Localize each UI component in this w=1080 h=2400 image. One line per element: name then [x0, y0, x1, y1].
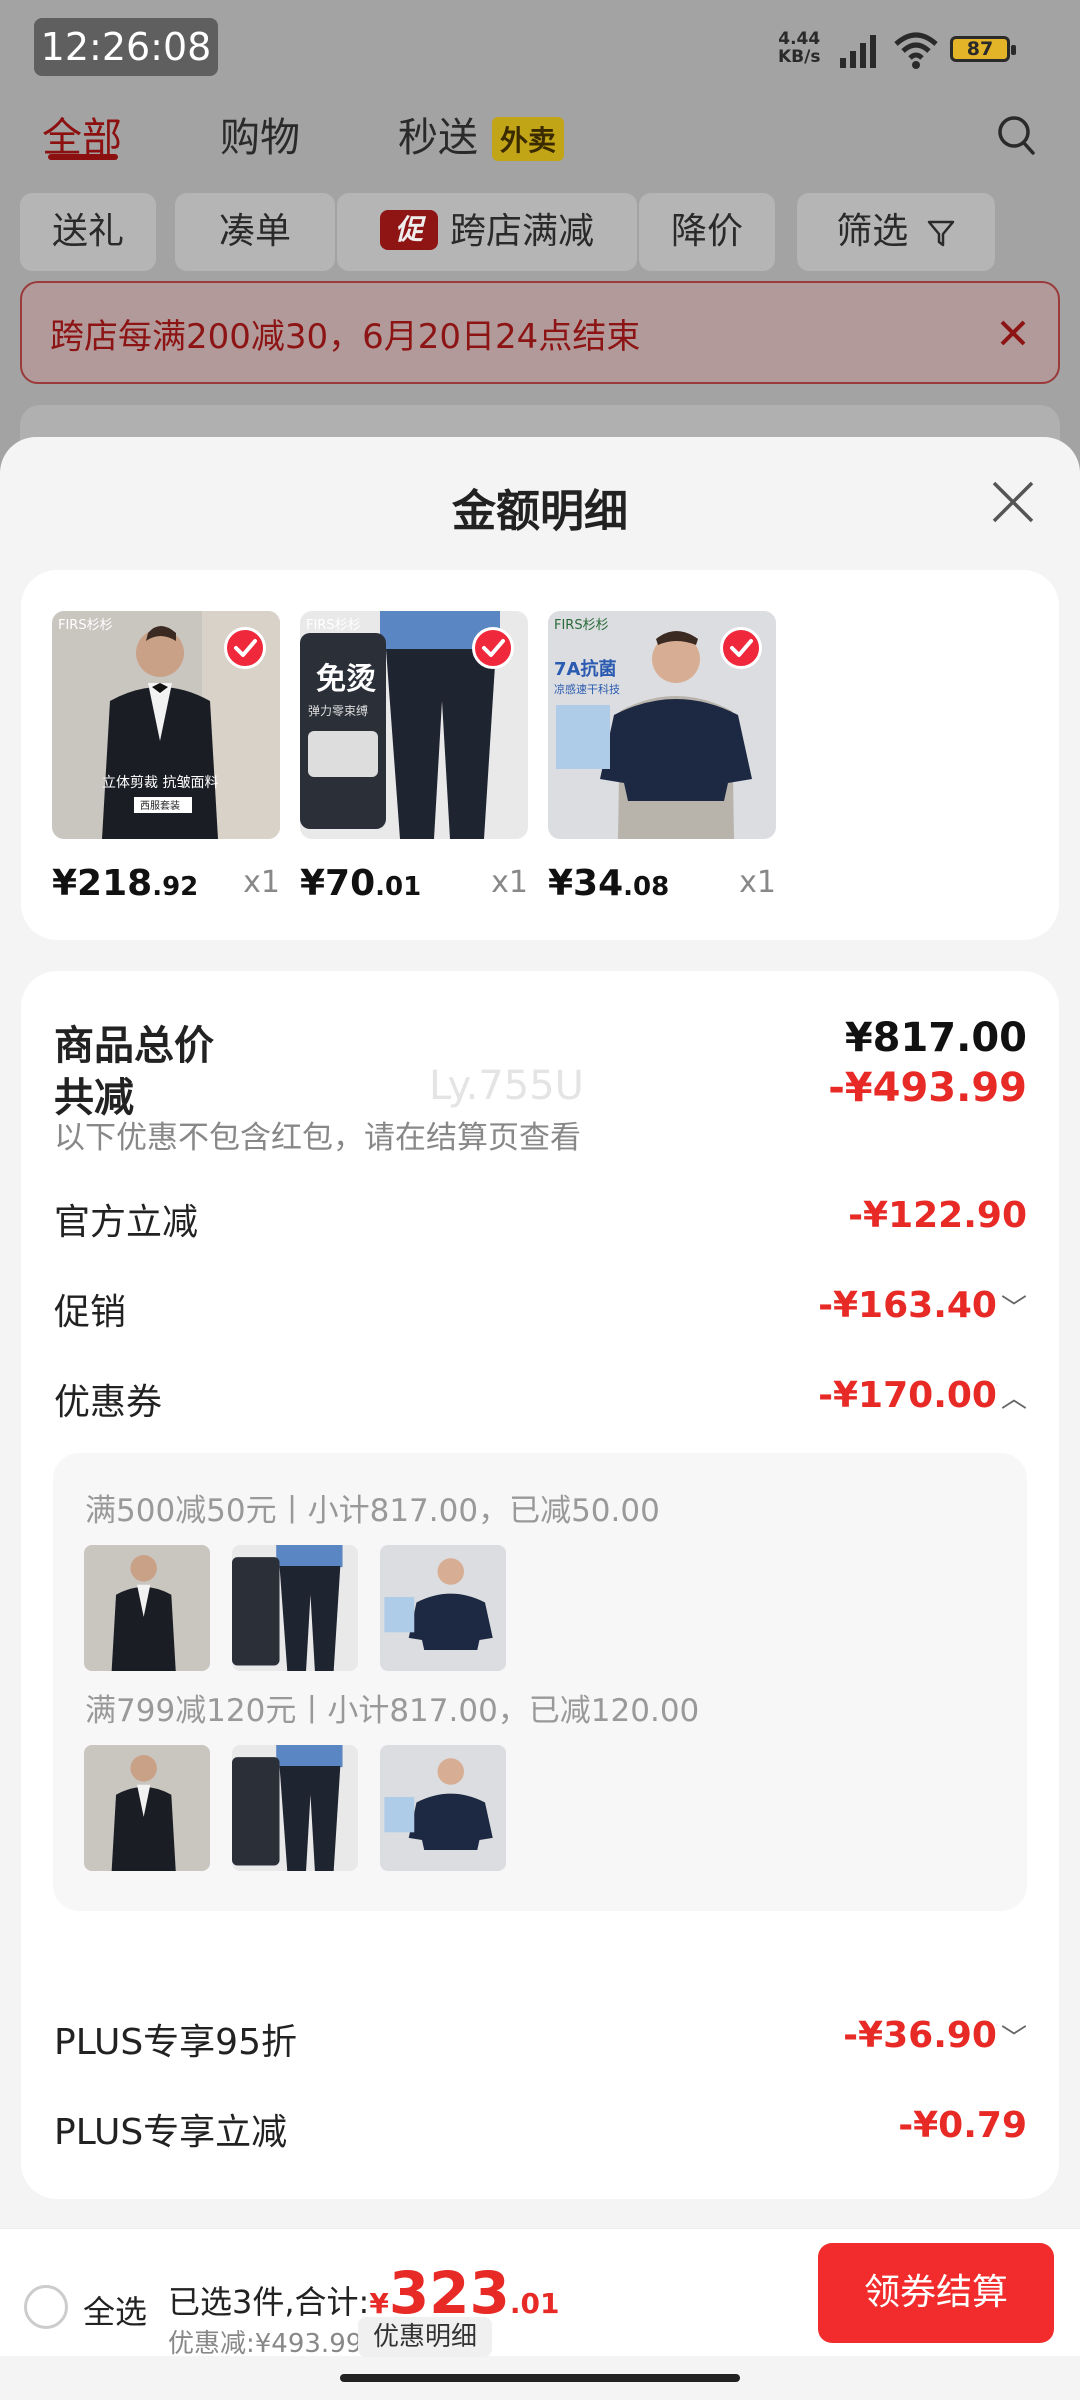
promotion-row[interactable]: -¥163.40 ﹀: [818, 1285, 1027, 1326]
item-price: ¥70.01: [300, 863, 422, 904]
coupon-breakdown: 满500减50元丨小计817.00，已减50.00 满799减120元丨小计81…: [53, 1453, 1027, 1911]
total-label: 商品总价: [54, 1023, 214, 1069]
item-qty: x1: [243, 865, 280, 900]
checkout-bar: 全选 已选3件,合计:¥323.01 优惠减:¥493.99 优惠明细 领券结算: [0, 2228, 1080, 2359]
close-icon[interactable]: [990, 479, 1036, 525]
svg-text:弹力零束缚: 弹力零束缚: [308, 704, 368, 718]
filter-price-drop[interactable]: 降价: [639, 193, 775, 271]
svg-text:西服套装: 西服套装: [140, 799, 180, 812]
filter-cross-store[interactable]: 促跨店满减: [337, 193, 637, 271]
coupon-item-thumb: [84, 1545, 210, 1671]
svg-text:7A抗菌: 7A抗菌: [554, 658, 616, 680]
net-speed: 4.44 KB/s: [778, 29, 821, 67]
svg-text:免烫: 免烫: [316, 662, 376, 697]
total-amount: ¥323.01: [369, 2259, 560, 2327]
reduce-note: 以下优惠不包含红包，请在结算页查看: [54, 1120, 581, 1156]
filter-gift[interactable]: 送礼: [20, 193, 156, 271]
plus-cut-value: -¥0.79: [898, 2105, 1027, 2146]
official-label: 官方立减: [54, 1202, 199, 1243]
plus-cut-label: PLUS专享立减: [54, 2112, 288, 2153]
item-price: ¥34.08: [548, 863, 670, 904]
plus95-row[interactable]: -¥36.90 ﹀: [843, 2015, 1027, 2056]
filter-cross-store-label: 跨店满减: [449, 211, 594, 252]
search-icon[interactable]: [996, 114, 1036, 158]
promo-banner-text: 跨店每满200减30，6月20日24点结束: [50, 317, 641, 357]
promotion-label: 促销: [54, 1292, 127, 1333]
tab-instant[interactable]: 秒送: [398, 105, 478, 163]
chevron-down-icon: ﹀: [1000, 2024, 1027, 2054]
tab-underline: [48, 154, 118, 160]
tab-shopping[interactable]: 购物: [220, 105, 300, 163]
amount-detail-sheet: 金额明细 FIRS杉杉 立体剪裁 抗皱面料 西服套装 ¥218.92 x1 免烫…: [0, 437, 1080, 2400]
promo-banner: 跨店每满200减30，6月20日24点结束: [20, 281, 1060, 384]
coupon-item-thumb: [232, 1745, 358, 1871]
status-time: 12:26:08: [34, 18, 218, 76]
item-price: ¥218.92: [52, 863, 199, 904]
coupon-row[interactable]: -¥170.00 ︿: [818, 1375, 1027, 1416]
plus95-label: PLUS专享95折: [54, 2022, 297, 2063]
svg-text:FIRS杉杉: FIRS杉杉: [306, 618, 361, 633]
cellular-signal-icon: [840, 35, 876, 68]
selected-check-icon[interactable]: [472, 627, 514, 669]
coupon-item-thumb: [232, 1545, 358, 1671]
select-all-radio[interactable]: [24, 2285, 68, 2329]
wifi-icon: [894, 32, 938, 69]
svg-text:FIRS杉杉: FIRS杉杉: [554, 618, 609, 633]
battery-icon: 87: [950, 36, 1016, 62]
item-qty: x1: [739, 865, 776, 900]
coupon-item-thumb: [380, 1745, 506, 1871]
watermark: Ly.755U: [429, 1063, 584, 1109]
status-bar: 12:26:08 4.44 KB/s 87: [0, 0, 1080, 95]
discount-detail-button[interactable]: 优惠明细: [358, 2317, 492, 2357]
close-icon[interactable]: [997, 317, 1029, 349]
checkout-button[interactable]: 领券结算: [818, 2243, 1054, 2343]
svg-text:立体剪裁 抗皱面料: 立体剪裁 抗皱面料: [102, 775, 218, 791]
coupon-line: 满799减120元丨小计817.00，已减120.00: [85, 1693, 700, 1729]
chevron-down-icon: ﹀: [1000, 1294, 1027, 1324]
selected-goods-card: FIRS杉杉 立体剪裁 抗皱面料 西服套装 ¥218.92 x1 免烫 弹力零束…: [21, 570, 1059, 940]
svg-text:FIRS杉杉: FIRS杉杉: [58, 618, 113, 633]
discount-text: 优惠减:¥493.99: [168, 2329, 363, 2359]
total-value: ¥817.00: [844, 1015, 1027, 1061]
waimai-badge: 外卖: [492, 117, 565, 161]
chevron-up-icon: ︿: [1000, 1384, 1027, 1414]
item-qty: x1: [491, 865, 528, 900]
coupon-label: 优惠券: [54, 1382, 163, 1423]
home-indicator[interactable]: [340, 2374, 740, 2382]
coupon-item-thumb: [380, 1545, 506, 1671]
filter-button[interactable]: 筛选: [797, 193, 995, 271]
select-all-label[interactable]: 全选: [83, 2287, 147, 2333]
official-value: -¥122.90: [848, 1195, 1027, 1236]
amount-detail-card: 商品总价 ¥817.00 Ly.755U 共减 -¥493.99 以下优惠不包含…: [21, 971, 1059, 2199]
coupon-item-thumb: [84, 1745, 210, 1871]
coupon-line: 满500减50元丨小计817.00，已减50.00: [85, 1493, 660, 1529]
sheet-title: 金额明细: [452, 486, 628, 537]
selected-check-icon[interactable]: [720, 627, 762, 669]
reduce-value: -¥493.99: [828, 1065, 1027, 1111]
promo-badge: 促: [379, 210, 438, 250]
selected-check-icon[interactable]: [224, 627, 266, 669]
filter-combine[interactable]: 凑单: [175, 193, 335, 271]
svg-text:凉感速干科技: 凉感速干科技: [554, 682, 620, 696]
filter-label: 筛选: [836, 211, 909, 252]
funnel-icon: [927, 220, 954, 247]
